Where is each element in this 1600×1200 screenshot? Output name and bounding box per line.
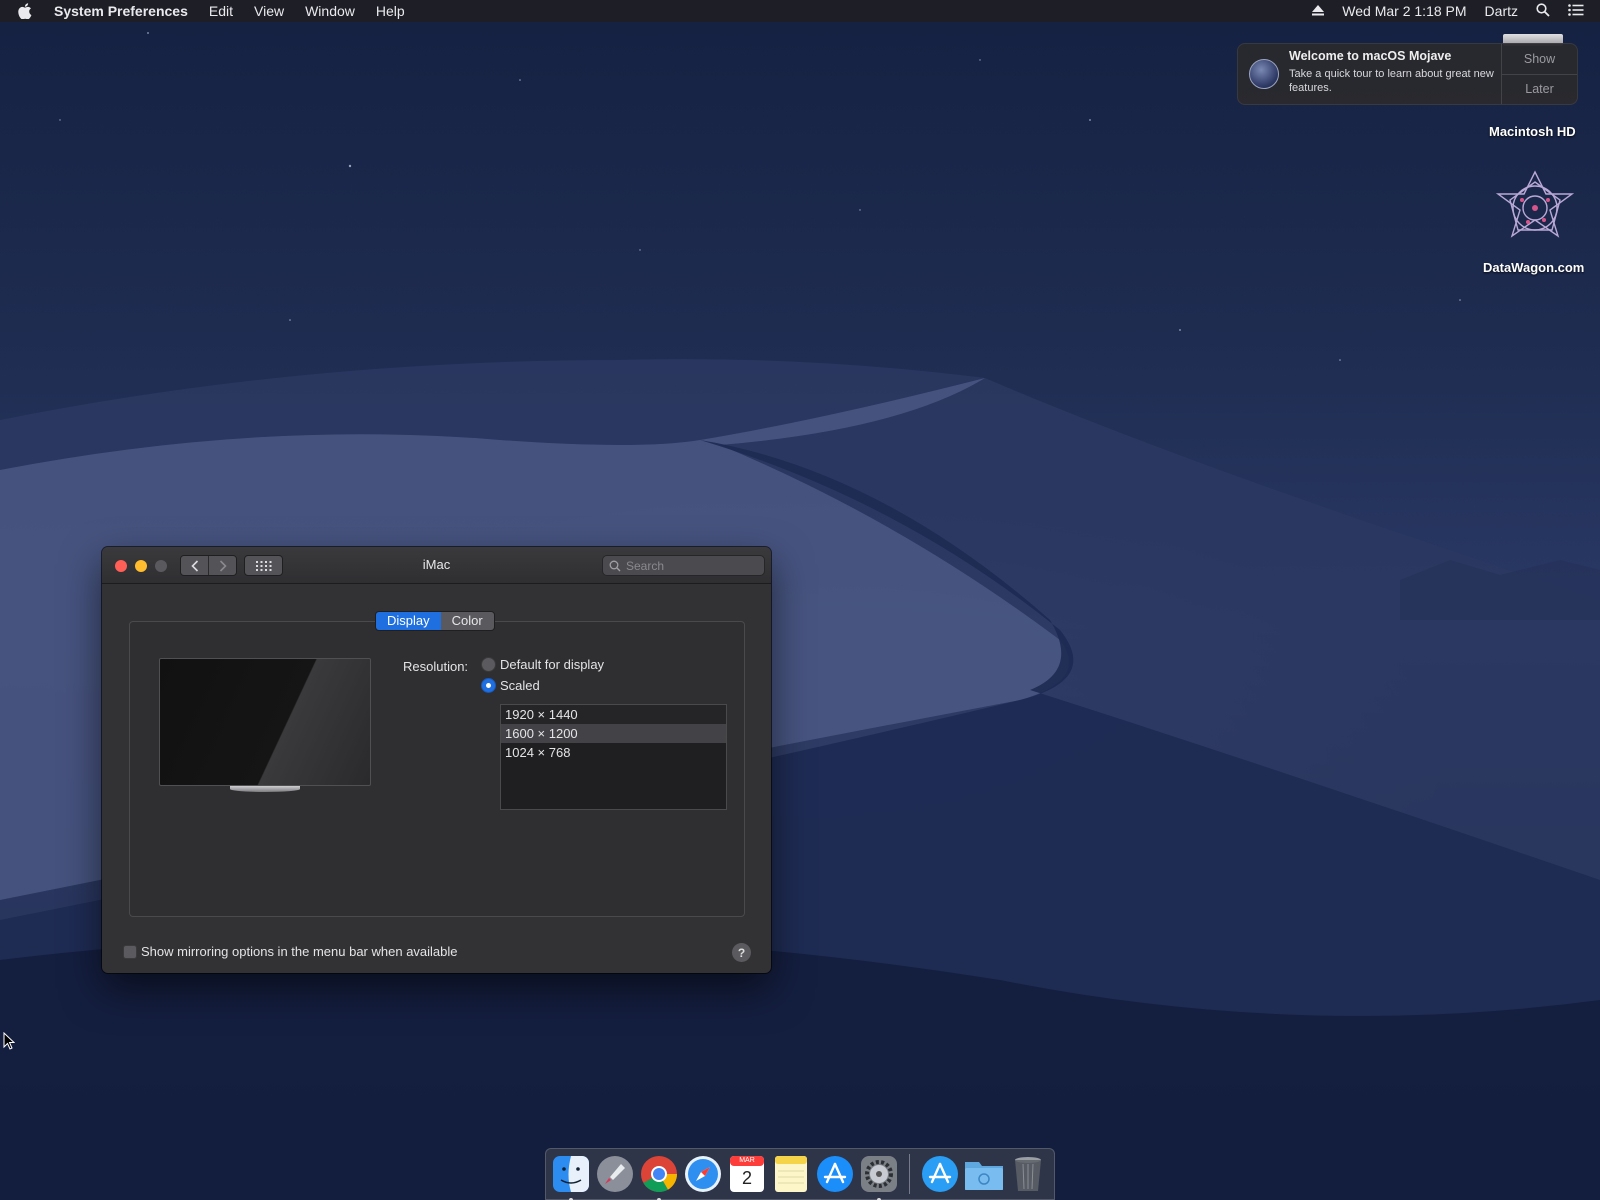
welcome-notification[interactable]: Welcome to macOS Mojave Take a quick tou… [1237,43,1578,105]
menu-clock[interactable]: Wed Mar 2 1:18 PM [1342,3,1466,19]
radio-default-for-display[interactable]: Default for display [481,657,604,672]
radio-button-selected[interactable] [481,678,496,693]
radio-default-label[interactable]: Default for display [500,657,604,672]
mirroring-checkbox[interactable] [123,944,137,959]
downloads-folder-icon[interactable] [964,1154,1004,1194]
display-preferences-window: iMac Display Color Resolution: Default f… [102,547,771,973]
notes-icon[interactable] [771,1154,811,1194]
calendar-month: MAR [739,1157,755,1164]
menu-window[interactable]: Window [305,3,355,19]
menu-edit[interactable]: Edit [209,3,233,19]
spotlight-search-icon[interactable] [1536,2,1550,20]
dock: MAR 2 [545,1148,1055,1200]
finder-icon[interactable] [551,1154,591,1200]
app-store-icon[interactable] [815,1154,855,1194]
display-preview [159,658,371,786]
calendar-icon[interactable]: MAR 2 [727,1154,767,1194]
resolution-list[interactable]: 1920 × 1440 1600 × 1200 1024 × 768 [500,704,727,810]
search-input[interactable] [626,558,761,573]
tab-display[interactable]: Display [376,612,441,630]
datawagon-label[interactable]: DataWagon.com [1483,260,1584,275]
search-field[interactable] [602,555,765,576]
mojave-icon [1249,59,1279,89]
apple-menu-icon[interactable] [18,3,40,19]
safari-icon[interactable] [683,1154,723,1194]
menu-user[interactable]: Dartz [1485,3,1518,19]
resolution-item-1920x1440[interactable]: 1920 × 1440 [501,705,726,724]
trash-icon[interactable] [1008,1154,1048,1194]
radio-button[interactable] [481,657,496,672]
display-stand [230,786,300,792]
datawagon-icon[interactable] [1492,170,1578,255]
system-preferences-icon[interactable] [859,1154,899,1200]
mouse-cursor-icon [3,1031,16,1055]
notification-show-button[interactable]: Show [1502,44,1577,74]
resolution-label: Resolution: [403,659,469,674]
notification-later-button[interactable]: Later [1502,73,1577,105]
menu-help[interactable]: Help [376,3,405,19]
tab-color[interactable]: Color [440,612,494,630]
notification-text: Take a quick tour to learn about great n… [1289,68,1494,94]
notification-center-icon[interactable] [1568,3,1584,19]
window-titlebar[interactable]: iMac [102,547,771,584]
menu-app-name[interactable]: System Preferences [54,3,188,19]
display-color-tabs: Display Color [375,611,495,631]
eject-icon[interactable] [1312,3,1325,19]
dock-separator [909,1154,910,1194]
radio-scaled-label[interactable]: Scaled [500,678,540,693]
mirroring-label[interactable]: Show mirroring options in the menu bar w… [141,944,458,959]
notification-title: Welcome to macOS Mojave [1289,49,1452,63]
radio-scaled[interactable]: Scaled [481,678,540,693]
calendar-day: 2 [741,1168,752,1188]
mirroring-option[interactable]: Show mirroring options in the menu bar w… [123,944,458,959]
search-icon [609,560,621,571]
launchpad-icon[interactable] [595,1154,635,1194]
menu-view[interactable]: View [254,3,284,19]
menu-bar: System Preferences Edit View Window Help… [0,0,1600,22]
chrome-icon[interactable] [639,1154,679,1200]
resolution-item-1600x1200[interactable]: 1600 × 1200 [501,724,726,743]
app-store-downloads-icon[interactable] [920,1154,960,1194]
help-button[interactable]: ? [732,943,751,962]
macintosh-hd-label[interactable]: Macintosh HD [1489,124,1576,139]
resolution-item-1024x768[interactable]: 1024 × 768 [501,743,726,762]
